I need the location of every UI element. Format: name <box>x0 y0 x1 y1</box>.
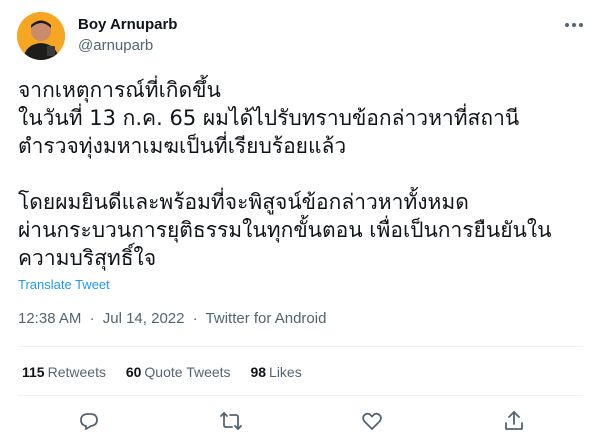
tweet-text-line: ความบริสุทธิ์ใจ <box>18 246 157 270</box>
likes-label: Likes <box>269 364 302 380</box>
share-icon[interactable] <box>502 409 526 433</box>
tweet-text-line: ตำรวจทุ่งมหาเมฆเป็นที่เรียบร้อยแล้ว <box>18 134 347 158</box>
display-name[interactable]: Boy Arnuparb <box>78 16 177 33</box>
tweet-source[interactable]: Twitter for Android <box>206 310 327 327</box>
avatar-image <box>17 12 65 60</box>
retweets-label: Retweets <box>47 364 106 380</box>
quote-tweets-stat[interactable]: 60 Quote Tweets <box>126 364 231 380</box>
tweet-text-line: ในวันที่ 13 ก.ค. 65 ผมได้ไปรับทราบข้อกล่… <box>18 106 520 130</box>
tweet-text-line: โดยผมยินดีและพร้อมที่จะพิสูจน์ข้อกล่าวหา… <box>18 190 469 214</box>
quote-tweets-count: 60 <box>125 364 142 380</box>
reply-icon[interactable] <box>77 409 101 433</box>
tweet-time[interactable]: 12:38 AM <box>18 310 81 327</box>
translate-tweet-link[interactable]: Translate Tweet <box>18 277 110 292</box>
tweet-meta: 12:38 AM · Jul 14, 2022 · Twitter for An… <box>18 310 330 327</box>
like-icon[interactable] <box>360 409 384 433</box>
retweets-stat[interactable]: 115 Retweets <box>22 364 106 380</box>
tweet-actions <box>0 409 597 435</box>
more-horizontal-icon[interactable] <box>563 14 585 36</box>
likes-stat[interactable]: 98 Likes <box>250 364 301 380</box>
tweet-stats: 115 Retweets 60 Quote Tweets 98 Likes <box>22 364 318 380</box>
quote-tweets-label: Quote Tweets <box>144 364 231 380</box>
meta-separator: · <box>89 310 95 327</box>
tweet-text-line: ผ่านกระบวนการยุติธรรมในทุกขั้นตอน เพื่อเ… <box>18 218 552 242</box>
tweet-text-line: จากเหตุการณ์ที่เกิดขึ้น <box>18 78 221 102</box>
divider <box>18 346 583 347</box>
tweet-card: Boy Arnuparb @arnuparb จากเหตุการณ์ที่เก… <box>0 0 597 442</box>
user-handle[interactable]: @arnuparb <box>78 37 153 54</box>
meta-separator: · <box>192 310 198 327</box>
divider <box>18 395 583 396</box>
retweet-icon[interactable] <box>219 409 243 433</box>
avatar[interactable] <box>17 12 65 60</box>
likes-count: 98 <box>250 364 267 380</box>
tweet-date[interactable]: Jul 14, 2022 <box>103 310 185 327</box>
tweet-text: จากเหตุการณ์ที่เกิดขึ้น ในวันที่ 13 ก.ค.… <box>18 76 583 272</box>
retweets-count: 115 <box>22 364 45 380</box>
